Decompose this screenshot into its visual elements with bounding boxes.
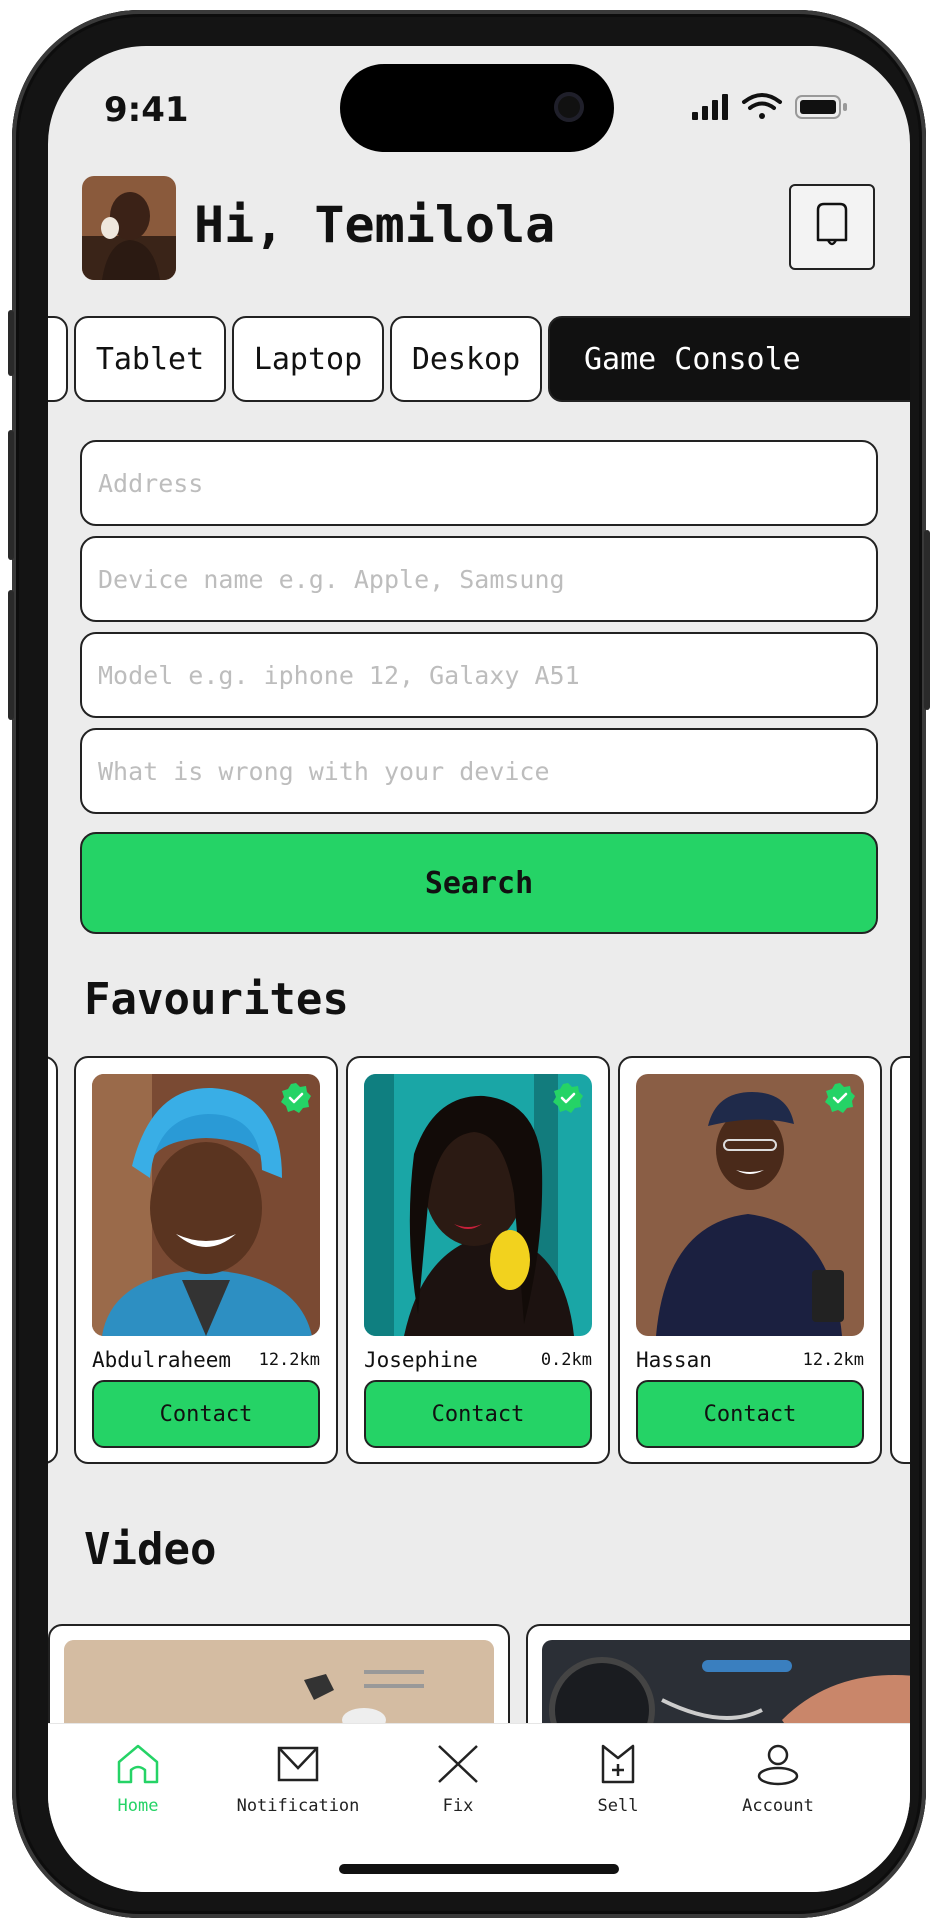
favourite-name: Josephine [364,1348,478,1372]
chip-game-console[interactable]: Game Console [548,316,910,402]
tab-label: Account [742,1796,814,1816]
favourite-name: Hassan [636,1348,712,1372]
volume-down-button [8,590,14,720]
cellular-signal-icon [692,94,728,120]
favourite-distance: 12.2km [258,1350,320,1370]
status-icons [672,90,872,124]
battery-icon [795,95,847,119]
verified-badge-icon [553,1083,583,1113]
verified-badge-icon [281,1083,311,1113]
tab-label: Sell [597,1796,639,1816]
tab-account[interactable]: Account [703,1742,853,1842]
favourite-card-partial[interactable] [890,1056,910,1464]
contact-button[interactable]: Contact [92,1380,320,1448]
tab-label: Fix [442,1796,474,1816]
chip-deskop[interactable]: Deskop [390,316,542,402]
bottom-tab-bar: Home Notification Fix Sell Account [48,1724,910,1892]
notification-button[interactable] [789,184,875,270]
favourite-card[interactable]: Hassan 12.2km Contact [618,1056,882,1464]
chip-partial[interactable] [48,316,68,402]
search-button[interactable]: Search [80,832,878,934]
favourite-distance: 12.2km [802,1350,864,1370]
wifi-icon [742,93,782,119]
tab-notification[interactable]: Notification [223,1742,373,1842]
favourite-distance: 0.2km [540,1350,592,1370]
favourites-title: Favourites [84,974,349,1025]
device-name-input[interactable] [80,536,878,622]
volume-up-button [8,430,14,560]
account-icon [757,1744,799,1786]
tab-label: Notification [236,1796,360,1816]
verified-badge-icon [825,1083,855,1113]
avatar[interactable] [82,176,176,280]
tab-fix[interactable]: Fix [383,1742,533,1842]
favourite-card[interactable]: Abdulraheem 12.2km Contact [74,1056,338,1464]
favourite-card[interactable]: Josephine 0.2km Contact [346,1056,610,1464]
chip-tablet[interactable]: Tablet [74,316,226,402]
screen: 9:41 Hi, Temilola Tablet Laptop Deskop G… [48,46,910,1892]
category-chips: Tablet Laptop Deskop Game Console [48,316,910,402]
chip-laptop[interactable]: Laptop [232,316,384,402]
power-button [924,530,930,710]
mute-switch [8,310,14,376]
greeting: Hi, Temilola [194,196,556,254]
tab-sell[interactable]: Sell [543,1742,693,1842]
tab-home[interactable]: Home [63,1742,213,1842]
status-time: 9:41 [104,90,189,130]
address-input[interactable] [80,440,878,526]
favourite-name: Abdulraheem [92,1348,232,1372]
fix-icon [438,1745,478,1783]
tab-label: Home [117,1796,159,1816]
home-icon [117,1744,159,1784]
contact-button[interactable]: Contact [636,1380,864,1448]
favourite-card-partial[interactable] [48,1056,58,1464]
dynamic-island [340,64,614,152]
bell-icon [816,202,848,246]
model-input[interactable] [80,632,878,718]
phone-frame: 9:41 Hi, Temilola Tablet Laptop Deskop G… [8,10,930,1918]
mail-icon [277,1746,319,1782]
issue-input[interactable] [80,728,878,814]
home-indicator [339,1864,619,1874]
sell-icon [601,1744,635,1784]
contact-button[interactable]: Contact [364,1380,592,1448]
video-title: Video [84,1524,217,1575]
